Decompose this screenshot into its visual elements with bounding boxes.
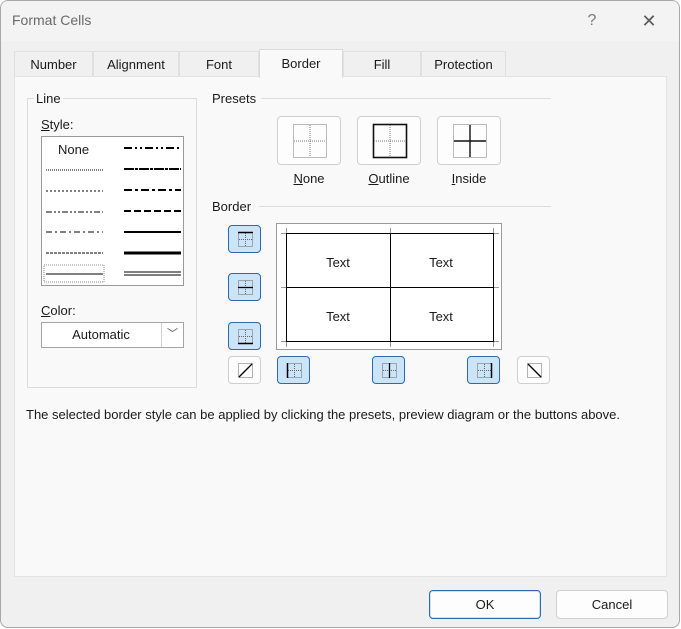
preset-inside-label: Inside bbox=[451, 171, 487, 186]
border-top-button[interactable] bbox=[228, 225, 261, 253]
cancel-button[interactable]: Cancel bbox=[556, 590, 668, 619]
border-top-icon bbox=[238, 231, 253, 247]
preset-outline-button[interactable] bbox=[357, 116, 421, 165]
format-cells-dialog: Format Cells ? ✕ Number Alignment Font B… bbox=[0, 0, 680, 628]
tab-alignment[interactable]: Alignment bbox=[93, 51, 179, 77]
tab-font[interactable]: Font bbox=[179, 51, 259, 77]
tab-protection[interactable]: Protection bbox=[421, 51, 506, 77]
border-diagonal-down-button[interactable] bbox=[517, 356, 550, 384]
hint-text: The selected border style can be applied… bbox=[26, 407, 621, 422]
preview-cell-text: Text bbox=[429, 255, 453, 270]
presets-divider bbox=[261, 98, 551, 99]
border-left-icon bbox=[286, 363, 302, 378]
border-diagonal-down-icon bbox=[527, 363, 542, 378]
tab-fill[interactable]: Fill bbox=[343, 51, 421, 77]
chevron-down-icon[interactable]: ﹀ bbox=[161, 323, 183, 347]
border-bottom-button[interactable] bbox=[228, 322, 261, 350]
line-style-list[interactable]: None bbox=[41, 136, 184, 286]
preset-none-button[interactable] bbox=[277, 116, 341, 165]
preview-cell-text: Text bbox=[326, 309, 350, 324]
color-value: Automatic bbox=[72, 327, 130, 342]
line-style-swatches[interactable] bbox=[42, 137, 183, 285]
color-dropdown[interactable]: Automatic ﹀ bbox=[41, 322, 184, 348]
ok-button[interactable]: OK bbox=[429, 590, 541, 619]
preset-none-icon bbox=[293, 124, 327, 158]
border-bottom-icon bbox=[238, 329, 253, 345]
border-right-icon bbox=[477, 363, 493, 378]
border-left-button[interactable] bbox=[277, 356, 310, 384]
border-preview-grid bbox=[281, 228, 499, 347]
border-inside-horizontal-icon bbox=[238, 280, 253, 295]
presets-title: Presets bbox=[212, 91, 257, 106]
preset-outline-icon bbox=[372, 123, 408, 159]
preset-inside-button[interactable] bbox=[437, 116, 501, 165]
dialog-title: Format Cells bbox=[12, 12, 92, 28]
preset-none-label: None bbox=[293, 171, 325, 186]
border-right-button[interactable] bbox=[467, 356, 500, 384]
help-button[interactable]: ? bbox=[581, 9, 603, 33]
border-diagonal-up-button[interactable] bbox=[228, 356, 261, 384]
preview-cell-text: Text bbox=[429, 309, 453, 324]
border-inside-vertical-button[interactable] bbox=[372, 356, 405, 384]
close-button[interactable]: ✕ bbox=[635, 7, 663, 35]
border-inside-horizontal-button[interactable] bbox=[228, 273, 261, 301]
border-inside-vertical-icon bbox=[382, 363, 397, 378]
line-group-title: Line bbox=[34, 91, 63, 106]
border-divider bbox=[259, 206, 551, 207]
preset-inside-icon bbox=[453, 124, 487, 158]
tab-number[interactable]: Number bbox=[14, 51, 93, 77]
preset-outline-label: Outline bbox=[368, 171, 410, 186]
border-title: Border bbox=[212, 199, 252, 214]
color-label: Color: bbox=[41, 303, 76, 318]
border-preview[interactable]: Text Text Text Text bbox=[276, 223, 502, 350]
style-label: Style: bbox=[41, 117, 74, 132]
title-bar: Format Cells ? ✕ bbox=[1, 1, 679, 41]
close-icon: ✕ bbox=[641, 11, 657, 31]
tab-border[interactable]: Border bbox=[259, 49, 343, 78]
preview-cell-text: Text bbox=[326, 255, 350, 270]
border-diagonal-up-icon bbox=[238, 363, 253, 378]
